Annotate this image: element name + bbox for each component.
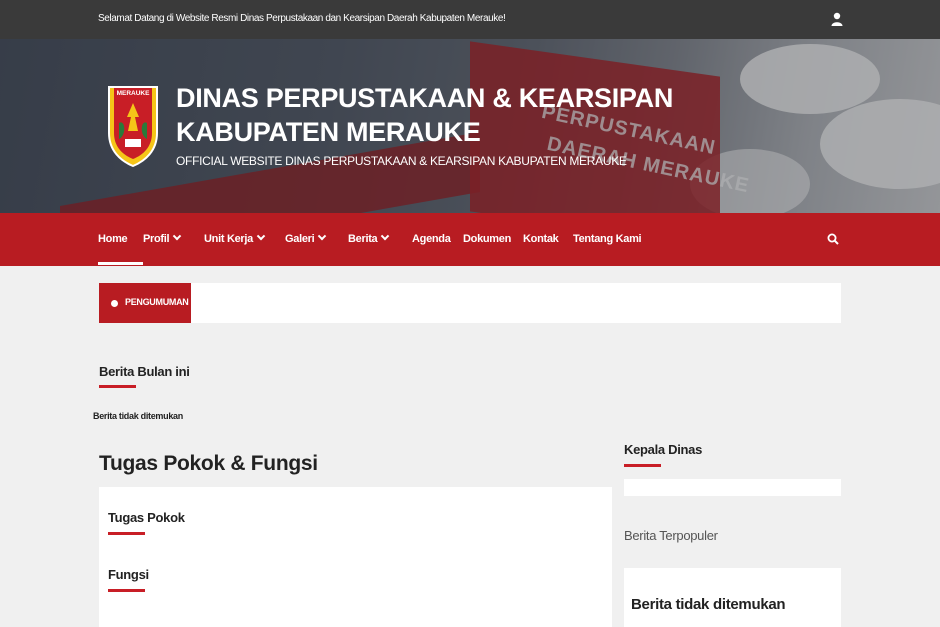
nav-item-home[interactable]: Home bbox=[98, 233, 128, 245]
head-of-office-title: Kepala Dinas bbox=[624, 442, 703, 457]
search-icon[interactable] bbox=[827, 233, 839, 245]
top-bar: Selamat Datang di Website Resmi Dinas Pe… bbox=[0, 0, 940, 39]
active-nav-indicator bbox=[98, 262, 143, 265]
tupoksi-card: Tugas Pokok Fungsi bbox=[99, 487, 612, 627]
section-underline bbox=[624, 464, 661, 467]
nav-item-agenda[interactable]: Agenda bbox=[412, 233, 451, 245]
section-underline bbox=[99, 385, 136, 388]
nav-item-berita[interactable]: Berita bbox=[348, 231, 390, 245]
announcement-bar: PENGUMUMAN bbox=[99, 283, 841, 323]
nav-item-profil[interactable]: Profil bbox=[143, 231, 182, 245]
announcement-label: PENGUMUMAN bbox=[125, 297, 189, 307]
month-news-title: Berita Bulan ini bbox=[99, 364, 190, 379]
site-title[interactable]: DINAS PERPUSTAKAAN & KEARSIPAN KABUPATEN… bbox=[176, 81, 673, 149]
head-of-office-card bbox=[624, 479, 841, 496]
user-icon[interactable] bbox=[831, 12, 843, 26]
svg-text:MERAUKE: MERAUKE bbox=[117, 90, 151, 97]
main-navigation: Home Profil Unit Kerja Galeri Berita Age… bbox=[0, 213, 940, 266]
chevron-down-icon bbox=[173, 231, 182, 241]
tupoksi-title: Tugas Pokok & Fungsi bbox=[99, 452, 318, 475]
nav-item-tentang-kami[interactable]: Tentang Kami bbox=[573, 233, 642, 245]
popular-news-empty: Berita tidak ditemukan bbox=[631, 596, 786, 613]
chevron-down-icon bbox=[381, 231, 390, 241]
site-header: PERPUSTAKAAN DAERAH MERAUKE MERAUKE DINA… bbox=[0, 39, 940, 213]
tupoksi-item-fungsi[interactable]: Fungsi bbox=[108, 567, 149, 582]
welcome-message: Selamat Datang di Website Resmi Dinas Pe… bbox=[98, 13, 506, 24]
announcement-tag[interactable]: PENGUMUMAN bbox=[99, 283, 191, 323]
merauke-logo[interactable]: MERAUKE bbox=[105, 83, 161, 167]
nav-item-galeri[interactable]: Galeri bbox=[285, 231, 327, 245]
popular-news-card: Berita tidak ditemukan bbox=[624, 568, 841, 627]
announcement-dot-icon bbox=[111, 300, 118, 307]
nav-item-dokumen[interactable]: Dokumen bbox=[463, 233, 511, 245]
chevron-down-icon bbox=[256, 231, 266, 241]
site-subtitle: OFFICIAL WEBSITE DINAS PERPUSTAKAAN & KE… bbox=[176, 154, 627, 168]
section-underline bbox=[108, 589, 145, 592]
tupoksi-item-tugas-pokok[interactable]: Tugas Pokok bbox=[108, 510, 185, 525]
month-news-empty: Berita tidak ditemukan bbox=[93, 411, 183, 421]
nav-item-kontak[interactable]: Kontak bbox=[523, 233, 559, 245]
popular-news-title: Berita Terpopuler bbox=[624, 528, 718, 543]
nav-item-unit-kerja[interactable]: Unit Kerja bbox=[204, 231, 266, 245]
section-underline bbox=[108, 532, 145, 535]
chevron-down-icon bbox=[318, 231, 327, 241]
